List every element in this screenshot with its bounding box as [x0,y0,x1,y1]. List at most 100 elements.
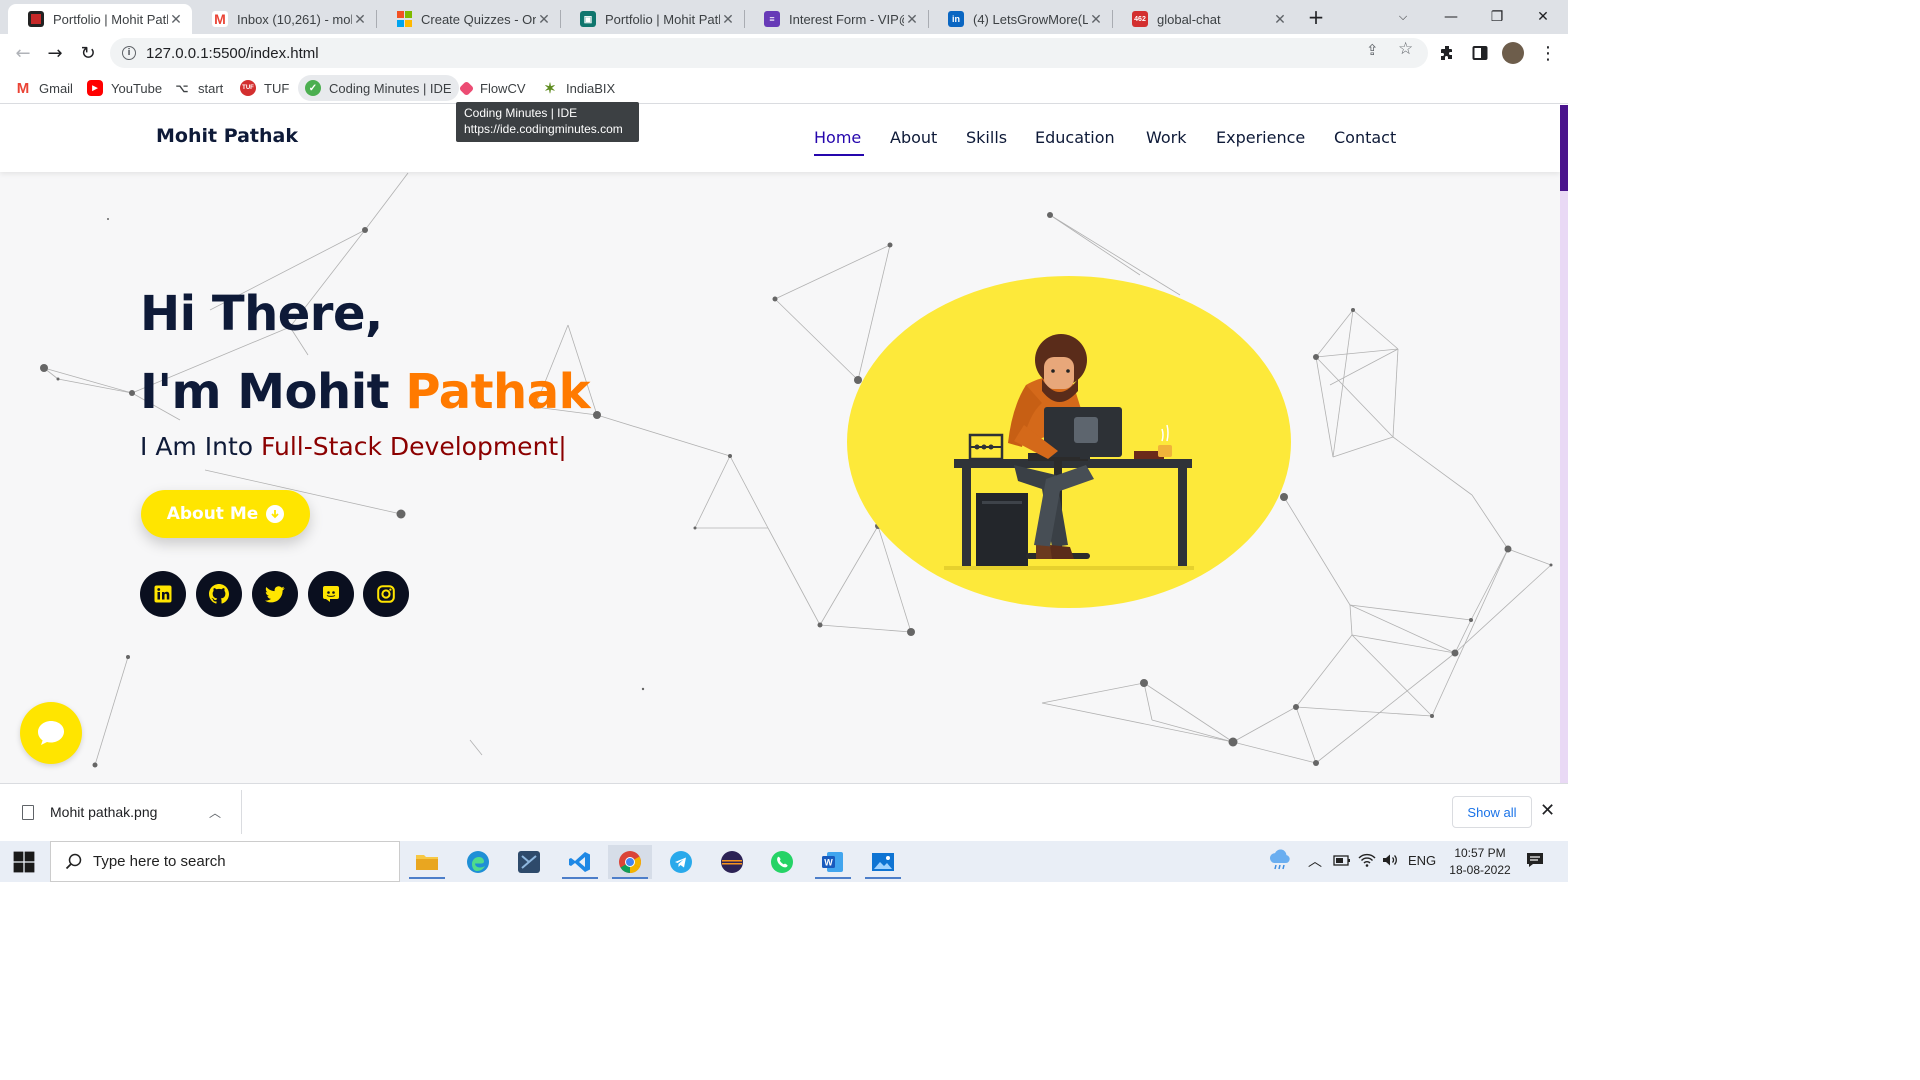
chevron-up-icon[interactable]: ︿ [209,804,221,821]
telegram-icon[interactable] [659,845,703,879]
chat-widget-button[interactable] [20,702,82,764]
nav-work[interactable]: Work [1146,128,1187,147]
address-bar[interactable]: i 127.0.0.1:5500/index.html [110,38,1428,68]
minimize-icon[interactable]: — [1428,0,1474,34]
word-icon[interactable]: W [811,845,855,879]
vscode-icon[interactable] [558,845,602,879]
back-icon[interactable]: ← [10,40,36,66]
bookmark-youtube[interactable]: ▶ YouTube [80,75,169,101]
tab-gmail[interactable]: M Inbox (10,261) - mohit ✕ [192,4,376,34]
edge-browser-icon[interactable] [456,845,500,879]
bookmark-coding-minutes[interactable]: ✓ Coding Minutes | IDE [298,75,459,101]
url-text[interactable]: 127.0.0.1:5500/index.html [146,45,319,62]
battery-icon[interactable] [1333,853,1351,870]
nav-education[interactable]: Education [1035,128,1115,147]
tab-title: Interest Form - VIP@LGM [789,11,904,27]
windows-start-icon[interactable] [8,849,40,875]
bookmark-flowcv[interactable]: FlowCV [454,75,533,101]
photos-icon[interactable] [861,845,905,879]
weather-icon[interactable] [1268,849,1292,874]
close-tab-icon[interactable]: ✕ [352,11,368,28]
gmail-icon: M [16,79,30,97]
tab-create-quizzes[interactable]: Create Quizzes - Online ✕ [376,4,560,34]
scrollbar-thumb[interactable] [1560,105,1568,191]
system-clock[interactable]: 10:57 PM 18-08-2022 [1440,845,1520,879]
close-tab-icon[interactable]: ✕ [536,11,552,28]
start-icon: ⌥ [175,82,189,95]
bookmark-star-icon[interactable]: ☆ [1398,39,1413,59]
site-info-icon[interactable]: i [122,46,136,60]
discord-favicon-icon: 462 [1132,11,1148,27]
app-icon[interactable] [507,845,551,879]
forms-favicon-icon: ≡ [764,11,780,27]
about-me-button[interactable]: About Me [141,490,310,538]
hero-name-line: I'm Mohit Pathak [140,353,591,431]
nav-skills[interactable]: Skills [966,128,1007,147]
close-tab-icon[interactable]: ✕ [1272,11,1288,28]
page-viewport: Mohit Pathak Home About Skills Education… [0,105,1568,783]
notifications-icon[interactable] [1525,851,1545,872]
language-indicator[interactable]: ENG [1408,853,1436,868]
linkedin-icon[interactable] [140,571,186,617]
tab-linkedin[interactable]: in (4) LetsGrowMore(LGM) ✕ [928,4,1112,34]
bookmark-tuf[interactable]: TUF TUF [233,75,296,101]
wifi-icon[interactable] [1358,852,1376,871]
chat-bubble-icon [38,721,64,745]
coding-minutes-icon: ✓ [305,80,321,96]
tuf-icon: TUF [240,80,256,96]
volume-icon[interactable] [1381,852,1399,871]
page-scrollbar[interactable] [1560,105,1568,783]
nav-home[interactable]: Home [814,128,861,147]
nav-about[interactable]: About [890,128,937,147]
taskbar-search-box[interactable]: Type here to search [50,841,400,882]
tab-title: Inbox (10,261) - mohit [237,11,352,27]
bookmark-indiabix[interactable]: ✶ IndiaBIX [535,75,622,101]
close-tab-icon[interactable]: ✕ [720,11,736,28]
menu-kebab-icon[interactable]: ⋮ [1537,42,1559,64]
close-download-bar-icon[interactable]: ✕ [1540,800,1555,821]
profile-avatar[interactable] [1502,42,1524,64]
file-explorer-icon[interactable] [405,845,449,879]
nav-experience[interactable]: Experience [1216,128,1305,147]
download-item[interactable]: Mohit pathak.png [22,804,157,820]
close-tab-icon[interactable]: ✕ [168,11,184,28]
chrome-icon[interactable] [608,845,652,879]
windows-taskbar: Type here to search W ︿ ENG 10:57 PM 18-… [0,841,1568,882]
tab-title: Portfolio | Mohit Pathak [53,11,168,27]
extensions-icon[interactable] [1436,42,1458,64]
new-tab-icon[interactable]: + [1293,0,1339,34]
download-filename: Mohit pathak.png [50,804,158,820]
close-tab-icon[interactable]: ✕ [904,11,920,28]
instagram-icon[interactable] [363,571,409,617]
nav-contact[interactable]: Contact [1334,128,1396,147]
tab-search-chevron-icon[interactable]: ⌵ [1380,0,1426,34]
side-panel-icon[interactable] [1469,42,1491,64]
window-close-icon[interactable]: ✕ [1520,0,1566,34]
tab-portfolio[interactable]: Portfolio | Mohit Pathak ✕ [8,4,192,34]
reload-icon[interactable]: ↻ [75,40,101,66]
download-bar: Mohit pathak.png ︿ Show all ✕ [0,783,1568,841]
whatsapp-icon[interactable] [760,845,804,879]
nav-active-underline [814,154,864,156]
bookmarks-bar: M Gmail ▶ YouTube ⌥ start TUF TUF ✓ Codi… [0,72,1568,104]
close-tab-icon[interactable]: ✕ [1088,11,1104,28]
twitter-icon[interactable] [252,571,298,617]
tray-overflow-chevron-icon[interactable]: ︿ [1308,851,1322,871]
share-icon[interactable]: ⇪ [1366,41,1379,59]
tab-global-chat[interactable]: 462 global-chat ✕ [1112,4,1296,34]
discord-icon[interactable] [308,571,354,617]
site-brand[interactable]: Mohit Pathak [156,125,298,147]
bookmark-start[interactable]: ⌥ start [167,75,230,101]
tab-interest-form[interactable]: ≡ Interest Form - VIP@LGM ✕ [744,4,928,34]
typing-caret: | [558,432,567,461]
github-icon[interactable] [196,571,242,617]
forward-icon[interactable]: → [42,40,68,66]
eclipse-icon[interactable] [710,845,754,879]
developer-illustration [847,276,1291,608]
show-all-button[interactable]: Show all [1452,796,1532,828]
bookmark-tooltip: Coding Minutes | IDE https://ide.codingm… [456,102,639,142]
tab-portfolio-2[interactable]: ▣ Portfolio | Mohit Pathak ✕ [560,4,744,34]
clock-date: 18-08-2022 [1449,863,1511,877]
restore-icon[interactable]: ❐ [1474,0,1520,34]
bookmark-gmail[interactable]: M Gmail [8,75,80,101]
